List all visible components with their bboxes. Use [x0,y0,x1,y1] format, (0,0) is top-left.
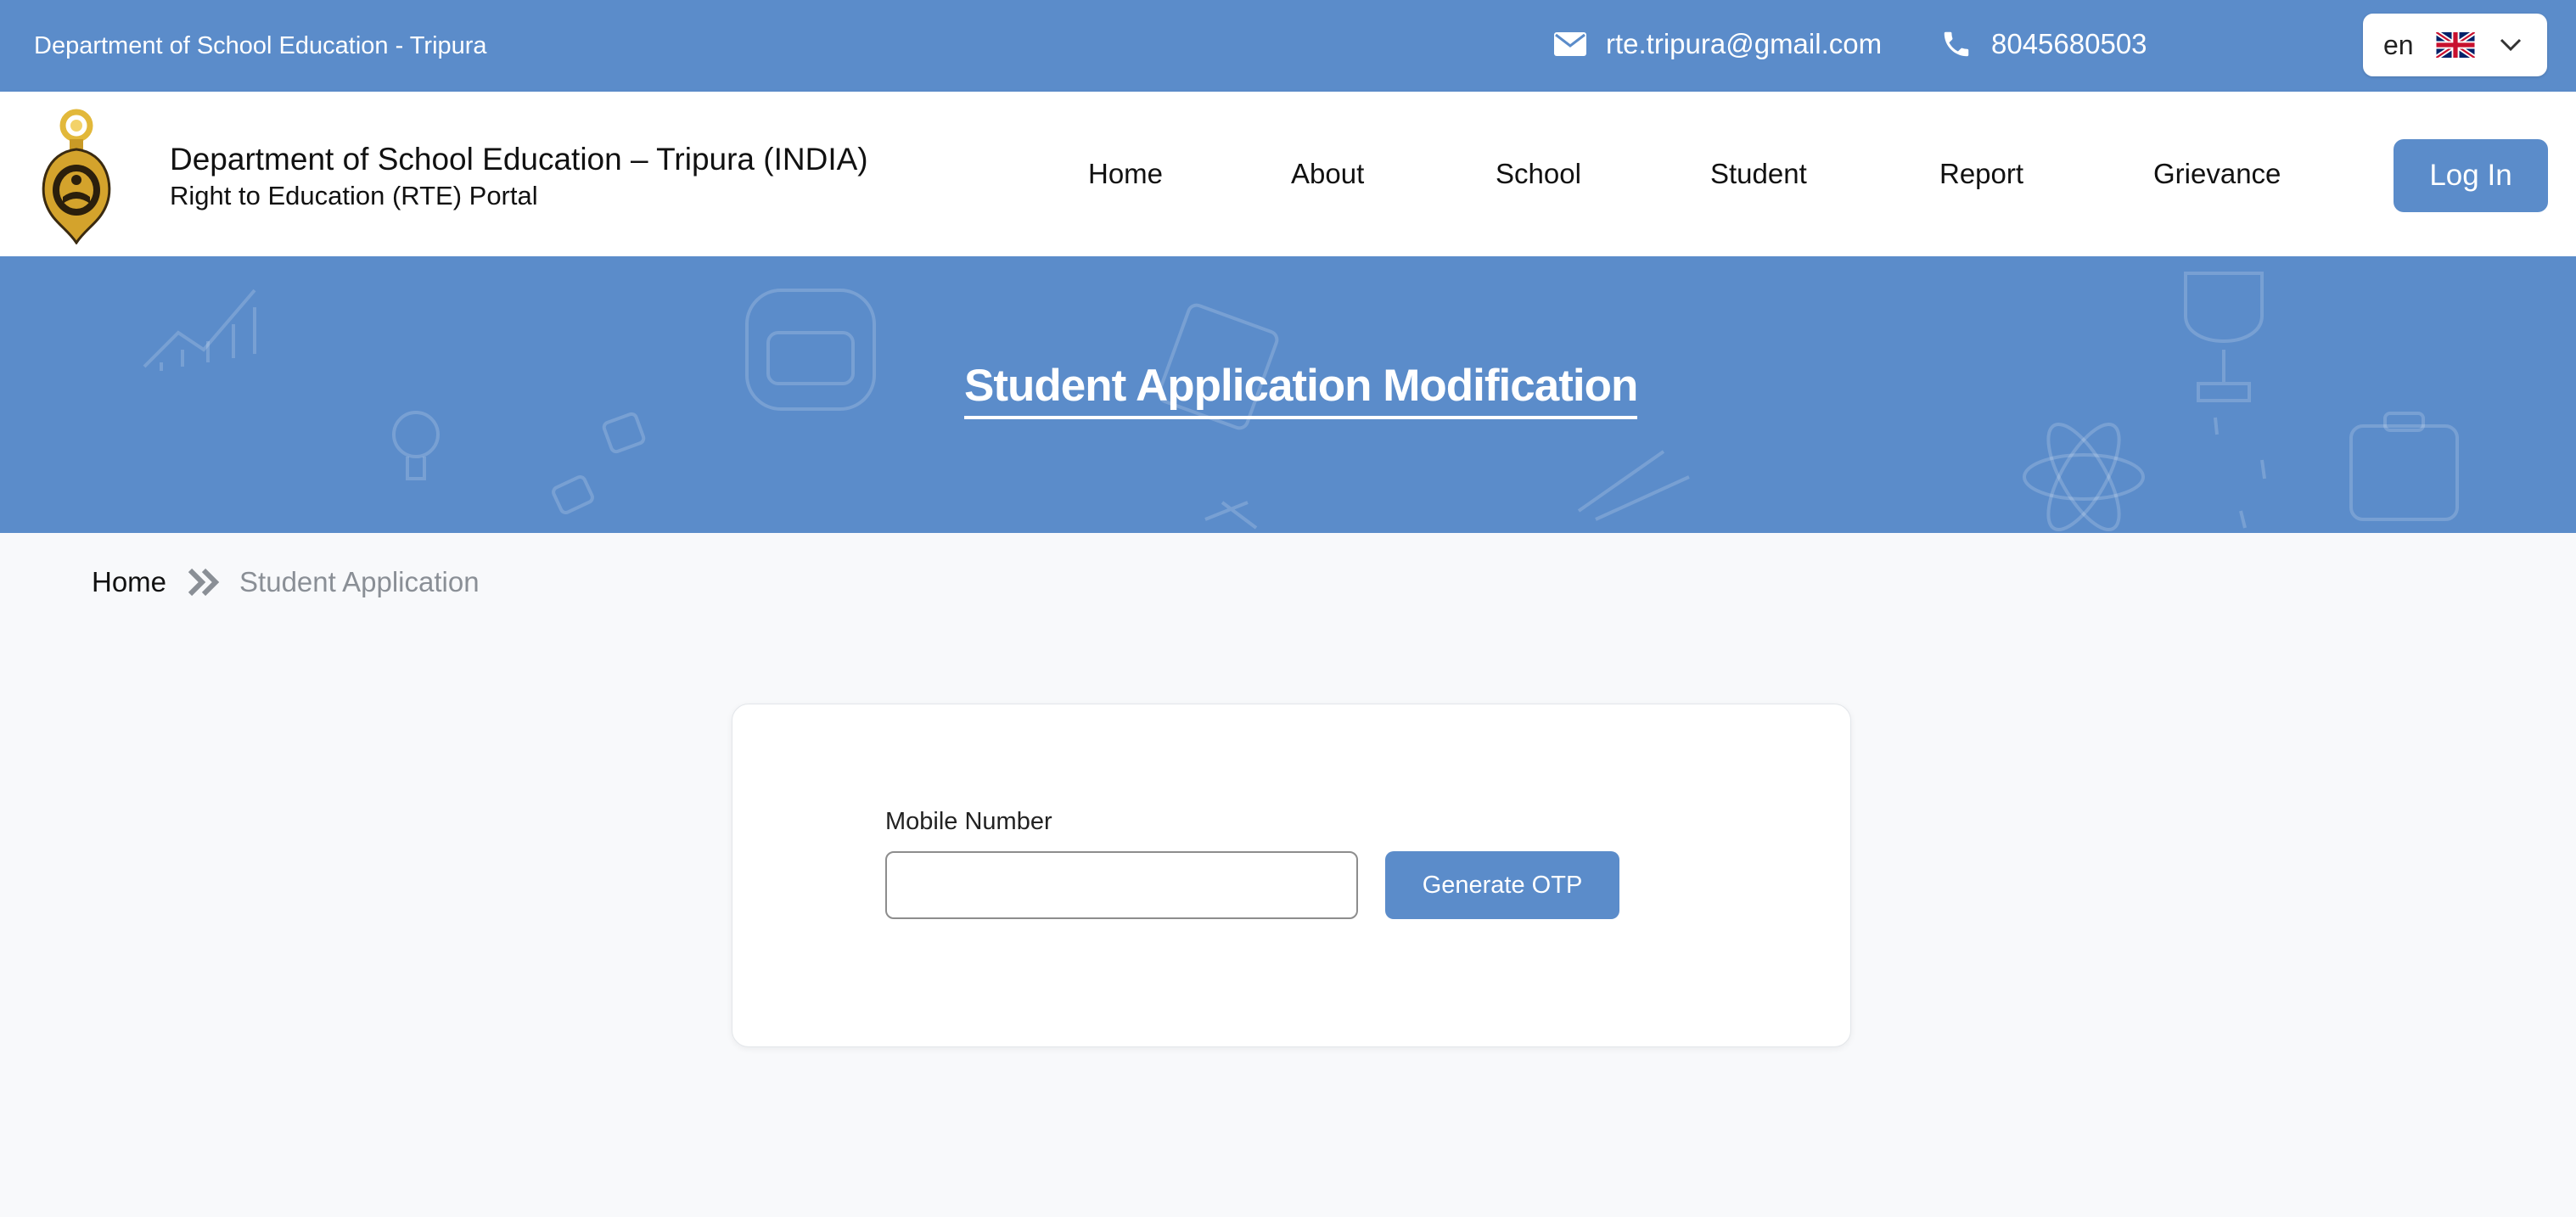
phone-contact[interactable]: 8045680503 [1940,25,2147,63]
mail-icon [1554,32,1586,56]
email-text[interactable]: rte.tripura@gmail.com [1606,25,1882,63]
nav-home[interactable]: Home [1088,156,1163,192]
chevron-down-icon [2500,38,2522,52]
nav-about[interactable]: About [1291,156,1364,192]
generate-otp-button[interactable]: Generate OTP [1385,851,1619,919]
language-code: en [2383,29,2414,60]
top-bar: Department of School Education - Tripura… [0,0,2576,92]
department-emblem-logo [42,109,111,244]
mobile-verification-card: Mobile Number Generate OTP [732,704,1851,1047]
page-banner: Student Application Modification [0,256,2576,533]
uk-flag-icon [2436,32,2475,58]
mobile-number-input[interactable] [885,851,1358,919]
breadcrumb-current: Student Application [239,566,480,597]
double-chevron-right-icon [188,568,220,597]
email-contact[interactable]: rte.tripura@gmail.com [1553,25,1882,63]
mobile-number-label: Mobile Number [885,808,1052,835]
login-button[interactable]: Log In [2394,139,2548,212]
phone-icon [1944,31,1969,57]
phone-text[interactable]: 8045680503 [1991,25,2147,63]
nav-student[interactable]: Student [1710,156,1807,192]
site-subtitle: Right to Education (RTE) Portal [170,181,538,210]
nav-report[interactable]: Report [1939,156,2023,192]
site-header: Department of School Education – Tripura… [0,92,2576,256]
language-select[interactable]: en [2363,14,2547,76]
nav-grievance[interactable]: Grievance [2153,156,2281,192]
breadcrumb-home-link[interactable]: Home [92,564,166,601]
nav-school[interactable]: School [1496,156,1581,192]
department-name: Department of School Education - Tripura [34,32,487,59]
page-title: Student Application Modification [964,358,1638,419]
breadcrumb: Home Student Application [92,564,480,601]
site-title: Department of School Education – Tripura… [170,142,868,177]
